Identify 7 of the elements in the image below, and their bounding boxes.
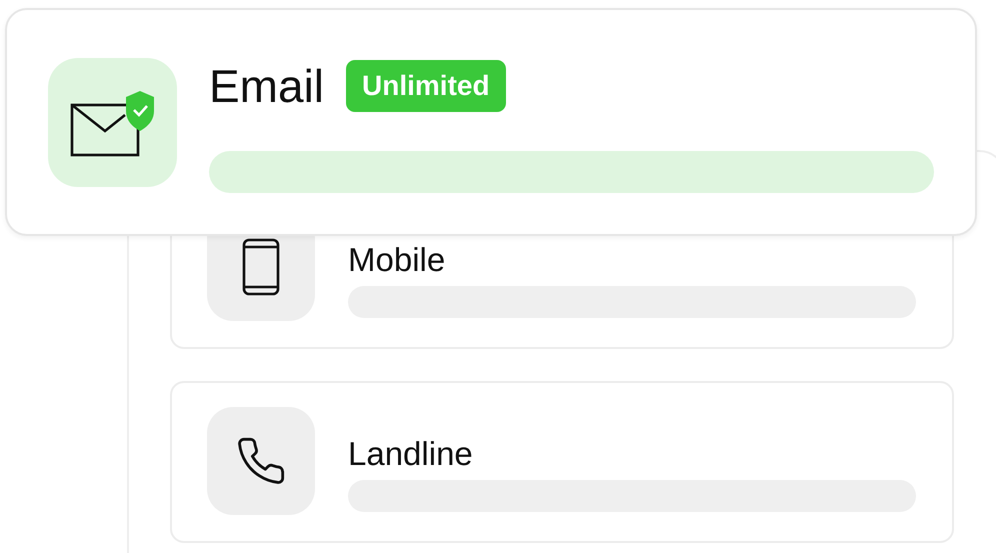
card-title: Email bbox=[209, 59, 324, 114]
phone-icon bbox=[235, 435, 287, 487]
secure-email-icon bbox=[70, 88, 156, 156]
mobile-phone-icon bbox=[242, 238, 280, 296]
channel-name: Mobile bbox=[348, 240, 446, 280]
status-badge: Unlimited bbox=[346, 60, 506, 112]
channel-name: Landline bbox=[348, 434, 474, 474]
